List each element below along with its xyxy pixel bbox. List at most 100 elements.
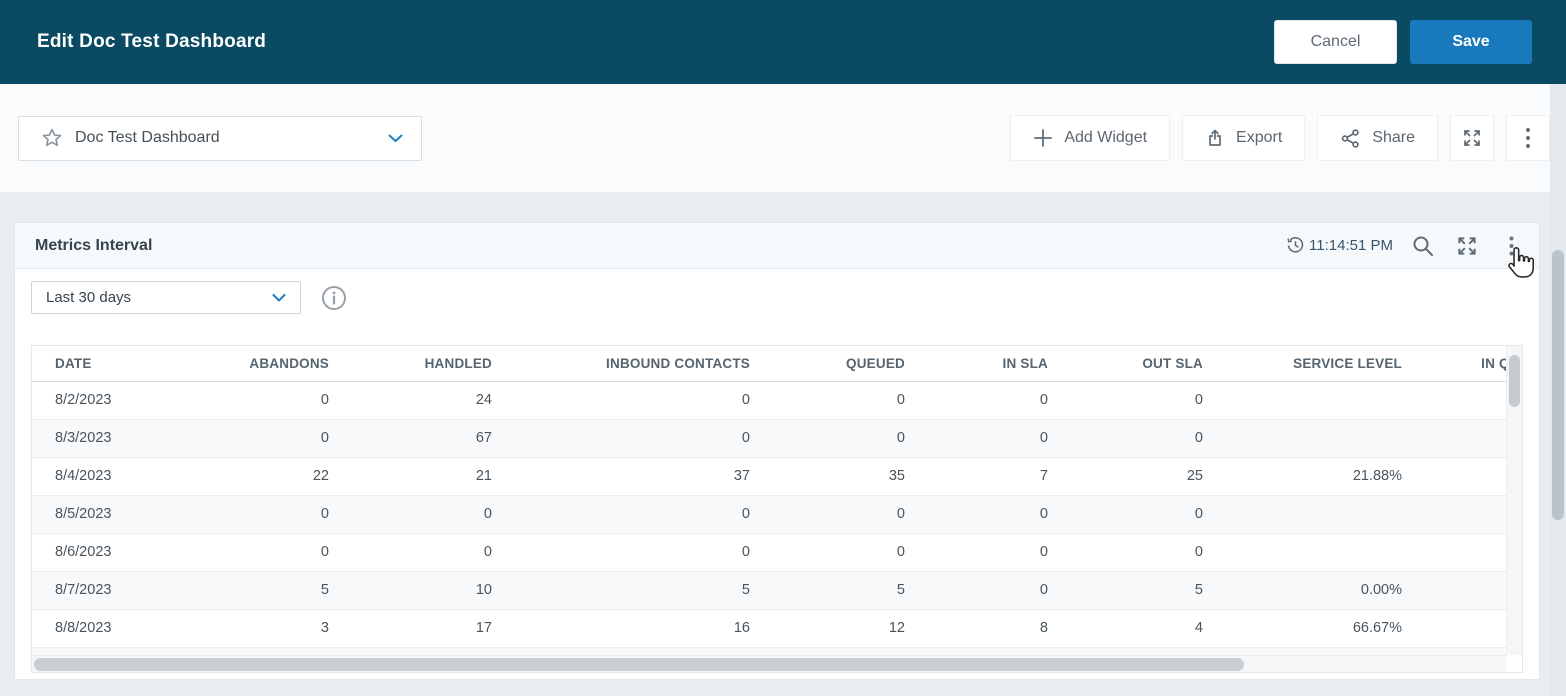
dashboard-canvas: Metrics Interval 11:14:51 PM Last 30 day… (0, 192, 1566, 680)
cell-value: 5 (357, 647, 520, 655)
column-header[interactable]: IN QUEUE (1430, 346, 1506, 382)
cell-value: 3 (172, 647, 357, 655)
cell-value: 0 (933, 495, 1076, 534)
fullscreen-button[interactable] (1450, 115, 1494, 161)
widget-header: Metrics Interval 11:14:51 PM (15, 223, 1539, 269)
cell-value: 0 (1076, 647, 1231, 655)
cell-value: 3 (520, 647, 778, 655)
add-widget-button[interactable]: Add Widget (1010, 115, 1171, 161)
table-row: 8/3/2023 0 67 0 0 0 0 (32, 419, 1506, 458)
cell-value: 0 (357, 495, 520, 534)
fullscreen-icon (1461, 127, 1483, 149)
cell-value: 5 (520, 571, 778, 610)
column-header[interactable]: OUT SLA (1076, 346, 1231, 382)
cell-value: 0 (520, 381, 778, 420)
interval-select[interactable]: Last 30 days (31, 281, 301, 314)
table-horizontal-scrollbar[interactable] (32, 655, 1506, 672)
cell-value: 25 (1076, 457, 1231, 496)
refresh-time-value: 11:14:51 PM (1309, 237, 1393, 254)
column-header[interactable]: QUEUED (778, 346, 933, 382)
cell-value: 7 (933, 457, 1076, 496)
save-button[interactable]: Save (1410, 20, 1532, 64)
widget-fullscreen-button[interactable] (1453, 232, 1481, 260)
cell-value: 35 (778, 457, 933, 496)
widget-title: Metrics Interval (35, 236, 153, 254)
cell-value: 0 (933, 647, 1076, 655)
more-options-button[interactable] (1506, 115, 1550, 161)
column-header[interactable]: DATE (32, 346, 172, 382)
cell-value: 6 (778, 647, 933, 655)
column-header[interactable]: HANDLED (357, 346, 520, 382)
column-header[interactable]: ABANDONS (172, 346, 357, 382)
cell-value (1231, 419, 1430, 458)
cell-value: 0 (778, 419, 933, 458)
cell-date: 8/3/2023 (32, 419, 172, 458)
cell-value: 0 (778, 495, 933, 534)
cell-date: 8/7/2023 (32, 571, 172, 610)
cell-value: 5 (778, 571, 933, 610)
page-scrollbar[interactable] (1550, 84, 1566, 696)
cell-value: 3 (172, 609, 357, 648)
cell-date: 8/2/2023 (32, 381, 172, 420)
star-outline-icon (41, 127, 63, 149)
cell-value: 0 (778, 381, 933, 420)
cell-value: 0 (1076, 419, 1231, 458)
share-icon (1340, 128, 1361, 149)
cell-value: 0 (172, 533, 357, 572)
page-scrollbar-thumb[interactable] (1552, 250, 1564, 520)
interval-select-value: Last 30 days (46, 289, 132, 306)
column-header[interactable]: IN SLA (933, 346, 1076, 382)
cell-value: 21.88% (1231, 457, 1430, 496)
column-header[interactable]: SERVICE LEVEL (1231, 346, 1430, 382)
column-header[interactable]: INBOUND CONTACTS (520, 346, 778, 382)
cancel-button[interactable]: Cancel (1274, 20, 1397, 64)
cell-value: 16 (520, 609, 778, 648)
table-row: 8/4/2023 22 21 37 35 7 25 21.88% (32, 457, 1506, 496)
cell-date: 8/4/2023 (32, 457, 172, 496)
cell-value: 17 (357, 609, 520, 648)
cell-date: 8/8/2023 (32, 609, 172, 648)
cell-date: 8/5/2023 (32, 495, 172, 534)
info-icon[interactable] (321, 285, 347, 311)
table-clip: DATE ABANDONS HANDLED INBOUND CONTACTS QUEUE… (32, 346, 1506, 655)
add-widget-label: Add Widget (1064, 129, 1148, 146)
chevron-down-icon (272, 293, 286, 302)
history-clock-icon (1287, 237, 1304, 254)
plus-icon (1033, 128, 1053, 148)
dashboard-toolbar: Doc Test Dashboard Add Widget Export Sha… (0, 84, 1566, 192)
vertical-scrollbar-thumb[interactable] (1509, 355, 1520, 407)
widget-header-actions: 11:14:51 PM (1287, 232, 1525, 260)
cell-value (1231, 495, 1430, 534)
widget-menu-button[interactable] (1497, 232, 1525, 260)
metrics-table-container: DATE ABANDONS HANDLED INBOUND CONTACTS QUEUE… (31, 345, 1523, 673)
cell-value: 0 (1076, 495, 1231, 534)
cell-value (1430, 609, 1506, 648)
dashboard-selector[interactable]: Doc Test Dashboard (18, 115, 422, 161)
cell-value: 0 (172, 495, 357, 534)
toolbar-actions: Add Widget Export Share (1010, 115, 1550, 161)
top-header: Edit Doc Test Dashboard Cancel Save (0, 0, 1566, 84)
share-button[interactable]: Share (1317, 115, 1438, 161)
cell-value: 8 (933, 609, 1076, 648)
table-vertical-scrollbar[interactable] (1506, 346, 1522, 655)
export-button[interactable]: Export (1182, 115, 1306, 161)
cell-value: 0 (933, 419, 1076, 458)
cell-value: 0 (933, 381, 1076, 420)
cell-value: 0 (778, 533, 933, 572)
cell-value: 67 (357, 419, 520, 458)
cell-value: 0 (1076, 533, 1231, 572)
cell-value: 0 (520, 419, 778, 458)
widget-controls: Last 30 days (15, 269, 1539, 314)
horizontal-scrollbar-thumb[interactable] (34, 658, 1244, 671)
header-actions: Cancel Save (1274, 20, 1532, 64)
cell-value: 66.67% (1231, 609, 1430, 648)
widget-search-button[interactable] (1409, 232, 1437, 260)
cell-value: 0 (357, 533, 520, 572)
cell-value: 10 (357, 571, 520, 610)
cell-value: 0 (172, 381, 357, 420)
page-title: Edit Doc Test Dashboard (37, 31, 267, 52)
metrics-interval-widget: Metrics Interval 11:14:51 PM Last 30 day… (14, 222, 1540, 680)
table-row: 8/9/2023353600 (32, 647, 1506, 655)
kebab-menu-icon (1525, 127, 1531, 149)
table-row: 8/6/2023 0 0 0 0 0 0 (32, 533, 1506, 572)
